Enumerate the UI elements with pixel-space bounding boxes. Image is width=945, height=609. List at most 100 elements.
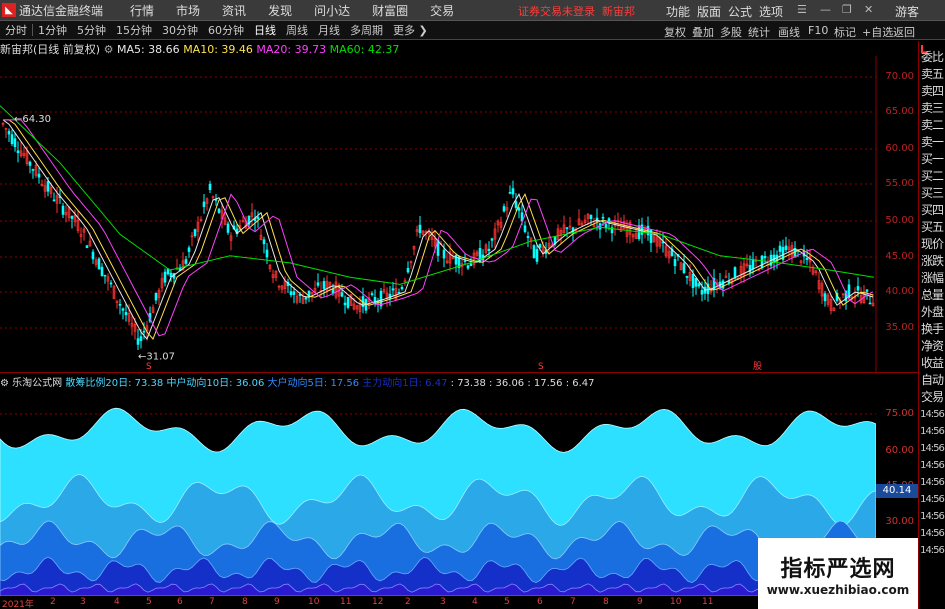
tab-more[interactable]: 更多 ❯ <box>388 22 433 38</box>
date-axis: 2021年 2 3 4 5 6 7 8 9 10 11 12 2 3 4 5 6 7 8 9 10 11 <box>0 597 760 609</box>
indicator-chart[interactable] <box>0 390 876 596</box>
quote-field: 总量 <box>920 288 944 302</box>
menu-trade[interactable]: 交易 <box>430 2 454 19</box>
signal-marker: 股 <box>753 361 762 372</box>
retail-ratio-label: 散筹比例20日: 73.38 <box>65 378 164 389</box>
quote-field: 卖四 <box>920 84 944 98</box>
signal-marker: S <box>146 362 152 372</box>
menu-options[interactable]: 选项 <box>759 3 783 20</box>
high-label: ←64.30 <box>14 114 51 125</box>
kline-chart[interactable]: ←64.30←31.07S S 股 <box>0 56 918 372</box>
tool-adjust[interactable]: 复权 <box>664 24 686 40</box>
settings-icon[interactable]: ⚙ <box>104 43 114 56</box>
tool-stats[interactable]: 统计 <box>748 24 770 40</box>
price-tick: 50.00 <box>885 215 914 226</box>
minimize-icon[interactable]: — <box>820 3 831 16</box>
quote-field: 买三 <box>920 186 944 200</box>
watermark-url: www.xuezhibiao.com <box>766 582 910 597</box>
tool-f10[interactable]: F10 <box>808 24 828 37</box>
quote-field: 14:56 <box>920 494 945 505</box>
tool-back[interactable]: 返回 <box>893 24 915 40</box>
quote-field: 14:56 <box>920 460 945 471</box>
tool-multi-stock[interactable]: 多股 <box>720 24 742 40</box>
quote-field: 14:56 <box>920 511 945 522</box>
period-toolbar: 分时 1分钟 5分钟 15分钟 30分钟 60分钟 日线 周线 月线 多周期 更… <box>0 21 945 40</box>
quote-field: 现价 <box>920 237 944 251</box>
tab-1min[interactable]: 1分钟 <box>33 22 72 38</box>
menu-function[interactable]: 功能 <box>666 3 690 20</box>
price-tick: 55.00 <box>885 178 914 189</box>
date-tick: 2021年 <box>2 600 34 609</box>
tab-weekly[interactable]: 周线 <box>281 22 313 38</box>
date-tick: 2 <box>405 597 411 607</box>
tool-mark[interactable]: 标记 <box>834 24 856 40</box>
tab-15min[interactable]: 15分钟 <box>111 22 157 38</box>
menu-icon[interactable]: ☰ <box>797 3 807 16</box>
corner-label: L <box>920 43 928 56</box>
quote-field: 卖二 <box>920 118 944 132</box>
menu-discover[interactable]: 发现 <box>268 2 292 19</box>
price-tick: 40.00 <box>885 286 914 297</box>
menu-formula[interactable]: 公式 <box>728 3 752 20</box>
ma5-label: MA5: 38.66 <box>116 43 180 56</box>
menu-wealth[interactable]: 财富圈 <box>372 2 408 19</box>
menu-market-quote[interactable]: 行情 <box>130 2 154 19</box>
indicator-tick: 75.00 <box>885 408 914 419</box>
quote-field: 14:56 <box>920 477 945 488</box>
settings-icon[interactable]: ⚙ <box>0 378 9 389</box>
menu-news[interactable]: 资讯 <box>222 2 246 19</box>
trading-terminal: ◣ 通达信金融终端 行情 市场 资讯 发现 问小达 财富圈 交易 证券交易未登录… <box>0 0 945 609</box>
quote-field: 14:56 <box>920 528 945 539</box>
tab-60min[interactable]: 60分钟 <box>203 22 249 38</box>
quote-field: 14:56 <box>920 409 945 420</box>
date-tick: 6 <box>177 597 183 607</box>
ma10-label: MA10: 39.46 <box>183 43 253 56</box>
tab-multi-period[interactable]: 多周期 <box>345 22 388 38</box>
quote-field: 换手 <box>920 322 944 336</box>
tab-30min[interactable]: 30分钟 <box>157 22 203 38</box>
close-icon[interactable]: ✕ <box>864 3 873 16</box>
guest-label[interactable]: 游客 <box>895 3 919 20</box>
quote-field: 14:56 <box>920 443 945 454</box>
main-chart-header: 新宙邦(日线 前复权) ⚙ MA5: 38.66 MA10: 39.46 MA2… <box>0 41 399 56</box>
date-tick: 11 <box>340 597 352 607</box>
tool-overlay[interactable]: 叠加 <box>692 24 714 40</box>
restore-icon[interactable]: ❐ <box>842 3 852 16</box>
tool-draw[interactable]: 画线 <box>778 24 800 40</box>
quote-field: 买二 <box>920 169 944 183</box>
login-warning[interactable]: 证券交易未登录 新宙邦 <box>518 3 635 19</box>
menu-layout[interactable]: 版面 <box>697 3 721 20</box>
date-tick: 9 <box>274 597 280 607</box>
tab-daily[interactable]: 日线 <box>249 22 281 38</box>
watermark: 指标严选网 www.xuezhibiao.com <box>758 538 918 609</box>
watermark-title: 指标严选网 <box>780 556 896 582</box>
quote-field: 收益 <box>920 356 944 370</box>
date-tick: 11 <box>702 597 714 607</box>
quote-field: 净资 <box>920 339 944 353</box>
quote-field: 14:56 <box>920 426 945 437</box>
value-marker: 40.14 <box>876 484 918 498</box>
date-tick: 12 <box>372 597 384 607</box>
signal-marker: S <box>538 362 544 372</box>
price-tick: 65.00 <box>885 106 914 117</box>
tab-timeshare[interactable]: 分时 <box>0 22 32 38</box>
date-tick: 9 <box>637 597 643 607</box>
date-tick: 4 <box>114 597 120 607</box>
tab-5min[interactable]: 5分钟 <box>72 22 111 38</box>
sub-chart-title: 乐淘公式网 <box>12 378 63 389</box>
tab-monthly[interactable]: 月线 <box>313 22 345 38</box>
menu-market[interactable]: 市场 <box>176 2 200 19</box>
date-tick: 4 <box>472 597 478 607</box>
price-tick: 45.00 <box>885 251 914 262</box>
quote-field: 14:56 <box>920 545 945 556</box>
tool-add-watchlist[interactable]: +自选 <box>862 24 893 40</box>
quote-field: 买一 <box>920 152 944 166</box>
price-tick: 35.00 <box>885 322 914 333</box>
menu-ask[interactable]: 问小达 <box>314 2 350 19</box>
quote-field: 涨跌 <box>920 254 944 268</box>
date-tick: 2 <box>50 597 56 607</box>
quote-field: 卖五 <box>920 67 944 81</box>
quote-sidebar: 委比 卖五 卖四 卖三 卖二 卖一 买一 买二 买三 买四 买五 现价 涨跌 涨幅 总量 外盘 换手 净资 收益 自动… <box>918 41 945 609</box>
ma60-label: MA60: 42.37 <box>329 43 400 56</box>
quote-field: 交易 <box>920 390 944 404</box>
